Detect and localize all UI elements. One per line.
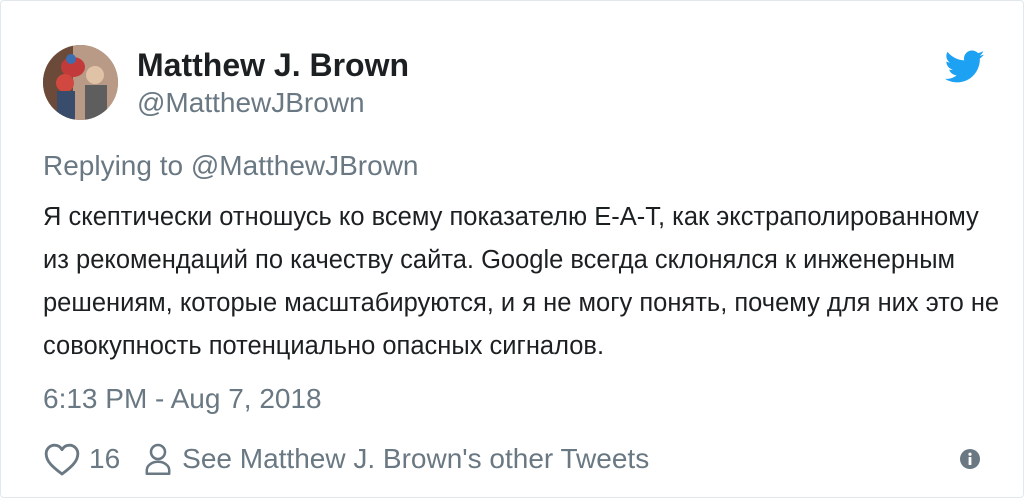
tweet-actions: 16 See Matthew J. Brown's other Tweets: [43, 439, 649, 479]
avatar-image: [43, 45, 118, 120]
author-name[interactable]: Matthew J. Brown: [137, 47, 409, 84]
twitter-bird-icon[interactable]: [945, 50, 985, 84]
avatar[interactable]: [43, 45, 118, 120]
person-icon[interactable]: [144, 442, 172, 476]
see-other-tweets-link[interactable]: See Matthew J. Brown's other Tweets: [182, 443, 649, 475]
tweet-timestamp[interactable]: 6:13 PM - Aug 7, 2018: [43, 383, 322, 415]
like-count[interactable]: 16: [89, 443, 120, 475]
author-handle[interactable]: @MatthewJBrown: [137, 87, 365, 119]
tweet-card: Matthew J. Brown @MatthewJBrown Replying…: [0, 0, 1024, 498]
tweet-text: Я скептически отношусь ко всему показате…: [43, 203, 1000, 360]
replying-to-link[interactable]: @MatthewJBrown: [191, 150, 419, 181]
info-icon[interactable]: [959, 448, 981, 470]
replying-prefix: Replying to: [43, 150, 184, 181]
replying-to: Replying to @MatthewJBrown: [43, 150, 418, 182]
heart-icon[interactable]: [43, 441, 81, 477]
